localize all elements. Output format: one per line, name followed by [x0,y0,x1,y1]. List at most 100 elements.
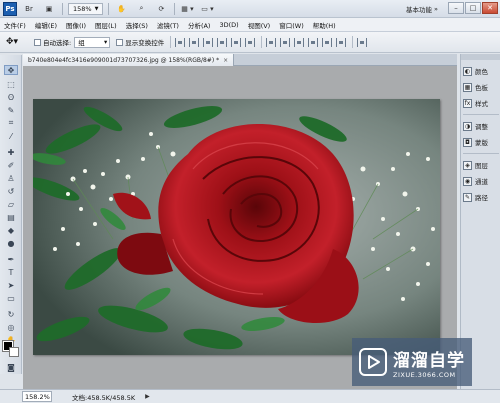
panel-layers-label: 图层 [475,162,488,170]
shape-tool-icon[interactable]: ▭ [4,293,18,303]
blur-tool-icon[interactable]: ◆ [4,225,18,235]
marquee-tool-icon[interactable]: ⬚ [4,79,18,89]
clone-stamp-tool-icon[interactable]: ♙ [4,173,18,183]
color-swatch-icon: ◐ [463,66,472,76]
menu-layer[interactable]: 图层(L) [95,20,117,30]
gradient-tool-icon[interactable]: ▤ [4,212,18,222]
document-tab[interactable]: b740e804e4fc3416e909001d73707326.jpg @ 1… [23,54,235,66]
distribute-top-icon[interactable] [266,37,277,47]
zoom-tool-icon[interactable]: ⌕ [133,2,149,16]
auto-select-dropdown[interactable]: 组 ▾ [74,36,111,48]
panel-color-button[interactable]: ◐ 颜色 [463,65,499,77]
menu-file[interactable]: 文件(F) [4,20,26,30]
menu-analysis[interactable]: 分析(A) [188,20,211,30]
zoom-level-select[interactable]: 158% ▼ [68,2,104,15]
title-separator [174,2,176,15]
panel-color-label: 颜色 [475,68,488,76]
panel-swatches-button[interactable]: ▦ 色板 [463,81,499,93]
auto-select-value: 组 [78,39,85,47]
eyedropper-tool-icon[interactable]: ⁄ [4,131,18,141]
distribute-bottom-icon[interactable] [294,37,305,47]
pen-tool-icon[interactable]: ✒ [4,254,18,264]
eraser-tool-icon[interactable]: ▱ [4,199,18,209]
status-bar: 158.2% 文档:458.5K/458.5K ▶ [0,389,500,403]
menu-help[interactable]: 帮助(H) [313,20,336,30]
chevron-down-icon: ▾ [103,38,108,46]
options-separator [261,36,263,48]
close-tab-icon[interactable]: × [223,57,228,64]
panel-dock-grip[interactable] [461,54,500,60]
panel-channels-button[interactable]: ◉ 通道 [463,175,499,187]
move-tool-preset-icon[interactable]: ✥▾ [6,35,28,49]
document-tab-bar: b740e804e4fc3416e909001d73707326.jpg @ 1… [23,54,457,66]
history-brush-tool-icon[interactable]: ↺ [4,186,18,196]
menu-view[interactable]: 视图(V) [248,20,271,30]
rotate-view-icon[interactable]: ⟳ [153,2,169,16]
toolbox: ✥ ⬚ ʘ ✎ ⌗ ⁄ ✚ ✐ ♙ ↺ ▱ ▤ ◆ ● ✒ T ➤ ▭ ↻ ◎ … [0,55,22,374]
panel-adjustments-button[interactable]: ◑ 调整 [463,120,499,132]
auto-select-checkbox[interactable] [34,38,41,46]
masks-icon: ◘ [463,137,472,147]
status-zoom-field[interactable]: 158.2% [22,391,52,402]
quick-mask-icon[interactable]: ◙ [4,362,18,372]
menu-select[interactable]: 选择(S) [126,20,148,30]
path-selection-tool-icon[interactable]: ➤ [4,280,18,290]
show-transform-checkbox[interactable] [116,38,124,46]
move-tool-icon[interactable]: ✥ [4,65,18,75]
menu-bar: 文件(F) 编辑(E) 图像(I) 图层(L) 选择(S) 滤镜(T) 分析(A… [0,18,500,32]
menu-filter[interactable]: 滤镜(T) [157,20,179,30]
menu-3d[interactable]: 3D(D) [219,21,238,29]
workspace-switcher[interactable]: 基本功能 » [402,3,442,15]
align-bottom-icon[interactable] [203,37,214,47]
lasso-tool-icon[interactable]: ʘ [4,92,18,102]
chevron-down-icon: » [431,5,438,13]
panel-separator [463,153,499,154]
status-menu-arrow-icon[interactable]: ▶ [145,393,150,400]
3d-orbit-tool-icon[interactable]: ◎ [4,322,18,332]
distribute-left-icon[interactable] [308,37,319,47]
maximize-button[interactable]: □ [465,2,481,14]
workspace-label: 基本功能 [405,6,432,14]
type-tool-icon[interactable]: T [4,267,18,277]
close-button[interactable]: ✕ [482,2,498,14]
menu-edit[interactable]: 编辑(E) [35,20,57,30]
panel-masks-label: 蒙版 [475,139,488,147]
panel-paths-button[interactable]: ✎ 路径 [463,191,499,203]
distribute-hcenter-icon[interactable] [322,37,333,47]
title-separator [62,2,63,15]
panel-swatches-label: 色板 [475,84,488,92]
play-triangle-icon [368,355,380,369]
hand-tool-icon[interactable]: ✋ [113,2,129,16]
crop-tool-icon[interactable]: ⌗ [4,118,18,128]
menu-window[interactable]: 窗口(W) [279,20,304,30]
panel-styles-label: 样式 [475,100,488,108]
align-hcenter-icon[interactable] [231,37,242,47]
minimize-button[interactable]: – [448,2,464,14]
rose-photo[interactable] [33,99,440,355]
align-vcenter-icon[interactable] [189,37,200,47]
quick-select-tool-icon[interactable]: ✎ [4,105,18,115]
minibridge-icon[interactable]: ▣ [41,2,57,16]
rose-photo-illustration [33,99,440,355]
play-logo-icon [359,348,387,376]
align-left-icon[interactable] [217,37,228,47]
3d-rotate-tool-icon[interactable]: ↻ [4,309,18,319]
align-top-icon[interactable] [175,37,186,47]
panel-layers-button[interactable]: ◈ 图层 [463,159,499,171]
background-color-swatch[interactable] [9,347,19,357]
menu-image[interactable]: 图像(I) [66,20,86,30]
brush-tool-icon[interactable]: ✐ [4,160,18,170]
dodge-tool-icon[interactable]: ● [4,238,18,248]
panel-styles-button[interactable]: fx 样式 [463,97,499,109]
distribute-right-icon[interactable] [336,37,347,47]
healing-brush-tool-icon[interactable]: ✚ [4,147,18,157]
bridge-icon[interactable]: Br [21,2,37,16]
align-right-icon[interactable] [245,37,256,47]
distribute-vcenter-icon[interactable] [280,37,291,47]
adjustments-icon: ◑ [463,121,472,131]
screen-mode-icon[interactable]: ▭ ▾ [199,2,215,16]
panel-masks-button[interactable]: ◘ 蒙版 [463,136,499,148]
auto-align-layers-icon[interactable] [357,37,368,47]
arrange-documents-icon[interactable]: ▦ ▾ [179,2,195,16]
chevron-down-icon: ▼ [94,5,99,12]
